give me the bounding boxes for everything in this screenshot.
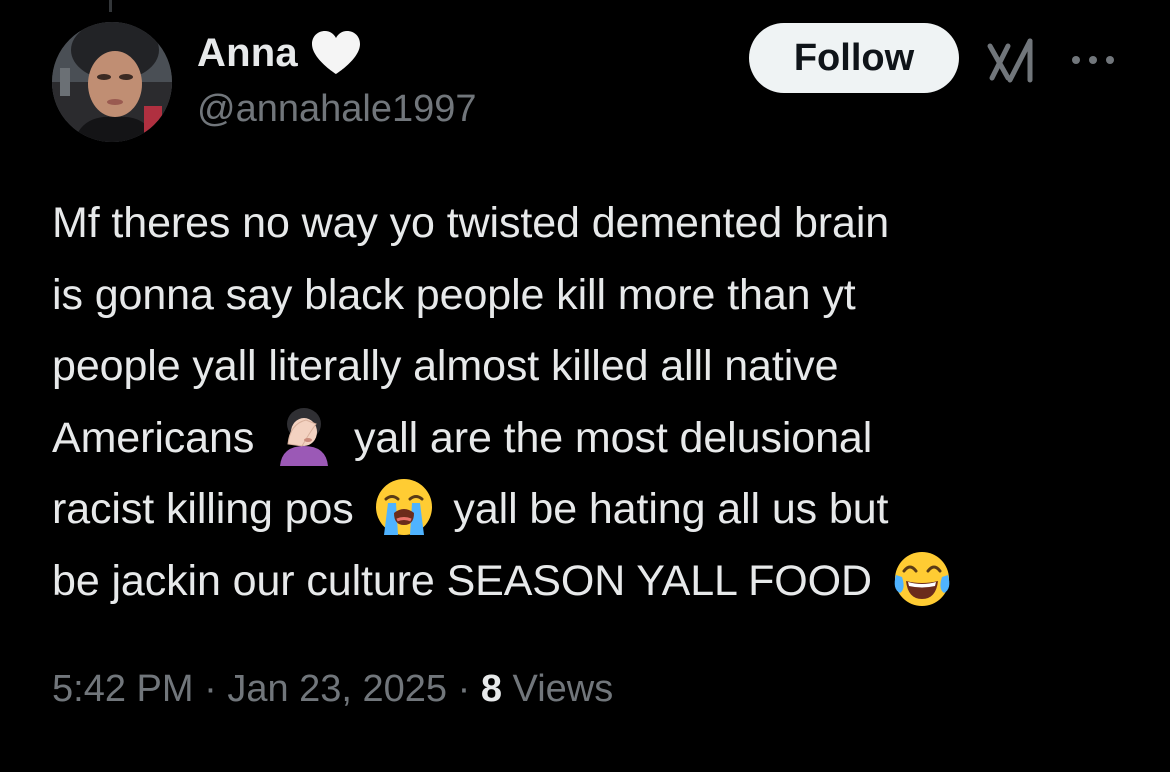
avatar[interactable] — [52, 22, 172, 142]
tweet-text-segment: yall are the most delusional — [353, 413, 873, 462]
author-info: Anna @annahale1997 — [197, 30, 477, 131]
views-label[interactable]: Views — [513, 668, 614, 710]
meta-separator: · — [457, 668, 471, 710]
more-horizontal-icon[interactable] — [1068, 50, 1118, 70]
thread-connector-line — [109, 0, 112, 12]
woman-facepalming-emoji-icon — [280, 407, 329, 466]
display-name[interactable]: Anna — [197, 31, 298, 76]
user-handle[interactable]: @annahale1997 — [197, 88, 477, 131]
loudly-crying-face-emoji-icon — [375, 479, 432, 535]
display-name-row: Anna — [197, 30, 477, 76]
tweet-text-line: racist killing pos yall be hating all us… — [52, 474, 1132, 546]
white-heart-icon — [311, 31, 360, 74]
views-count[interactable]: 8 — [481, 668, 502, 710]
grok-icon[interactable] — [986, 38, 1038, 84]
face-with-tears-of-joy-emoji-icon — [894, 551, 950, 606]
tweet-text-segment: Americans — [52, 413, 255, 462]
meta-separator: · — [204, 668, 217, 710]
tweet-text-line: people yall literally almost killed alll… — [52, 342, 839, 390]
tweet-text: Mf theres no way yo twisted demented bra… — [52, 188, 1132, 617]
tweet-time[interactable]: 5:42 PM — [52, 668, 194, 710]
tweet-text-line: is gonna say black people kill more than… — [52, 270, 856, 319]
tweet-text-line: Mf theres no way yo twisted demented bra… — [52, 199, 890, 247]
follow-button[interactable]: Follow — [749, 23, 959, 93]
tweet-date[interactable]: Jan 23, 2025 — [227, 668, 447, 710]
tweet-text-segment: racist killing pos — [52, 485, 354, 533]
tweet-meta: 5:42 PM · Jan 23, 2025 · 8 Views — [52, 668, 613, 711]
tweet-text-segment: be jackin our culture SEASON YALL FOOD — [52, 556, 872, 605]
tweet-text-segment: yall be hating all us but — [453, 485, 889, 533]
profile-photo-icon — [52, 22, 172, 142]
tweet-text-line: Americans yall are the most delusional — [52, 403, 1132, 475]
tweet-text-line: be jackin our culture SEASON YALL FOOD — [52, 546, 1132, 618]
tweet-header: Anna @annahale1997 Follow — [52, 20, 1120, 146]
